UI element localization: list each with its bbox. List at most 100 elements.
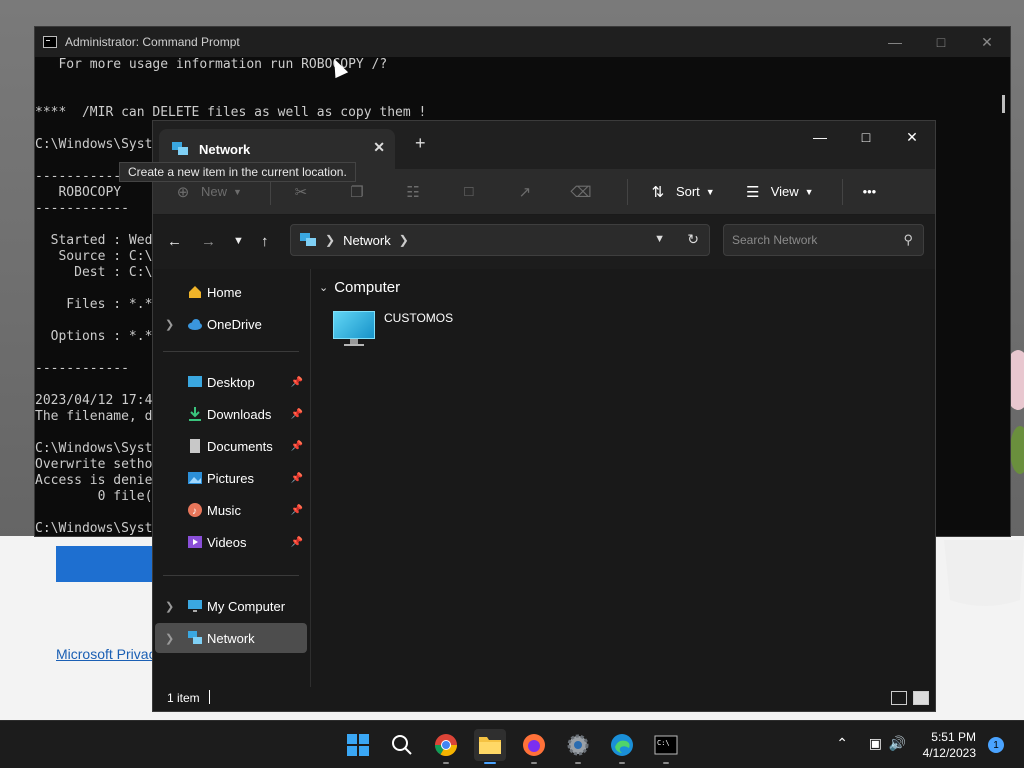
terminal-taskbar-button[interactable]: C:\ — [650, 729, 682, 764]
list-item[interactable]: CUSTOMOS — [333, 309, 483, 351]
cut-button[interactable]: ✂ — [291, 182, 319, 202]
more-options-button[interactable]: ••• — [863, 184, 877, 199]
content-pane[interactable]: ⌄ Computer CUSTOMOS — [313, 269, 935, 687]
rename-button[interactable]: □ — [459, 182, 487, 202]
sidebar-item-onedrive[interactable]: ❯ OneDrive — [155, 309, 307, 339]
address-bar[interactable]: ❯ Network ❯ ▼ ↻ — [290, 224, 710, 256]
search-icon — [392, 735, 412, 755]
sidebar-item-videos[interactable]: Videos 📌 — [155, 527, 307, 557]
network-status-icon[interactable]: ▣ — [869, 735, 882, 752]
sidebar-item-downloads[interactable]: Downloads 📌 — [155, 399, 307, 429]
tab-close-icon[interactable]: ✕ — [373, 139, 385, 156]
privacy-link[interactable]: Microsoft Privac — [56, 646, 156, 662]
video-icon — [188, 536, 202, 548]
network-icon — [188, 631, 202, 644]
file-explorer-taskbar-button[interactable] — [474, 729, 506, 764]
chevron-down-icon: ▼ — [804, 186, 814, 197]
clock[interactable]: 5:51 PM 4/12/2023 — [923, 729, 976, 761]
chrome-taskbar-button[interactable] — [430, 729, 462, 764]
search-input[interactable]: Search Network ⚲ — [723, 224, 924, 256]
tab-network[interactable]: Network ✕ Create a new item in the curre… — [119, 129, 395, 182]
large-icons-view-icon[interactable] — [913, 691, 929, 705]
sidebar-item-music[interactable]: ♪ Music 📌 — [155, 495, 307, 525]
up-arrow-icon[interactable]: ↑ — [261, 233, 269, 250]
cmd-titlebar[interactable]: Administrator: Command Prompt — □ ✕ — [35, 27, 1010, 57]
firefox-taskbar-button[interactable] — [518, 729, 550, 764]
paste-button[interactable]: ☷ — [403, 182, 431, 202]
pin-icon[interactable]: 📌 — [291, 473, 303, 484]
delete-button[interactable]: ⌫ — [570, 182, 599, 202]
explorer-titlebar[interactable]: Network ✕ Create a new item in the curre… — [119, 121, 935, 182]
clock-date: 4/12/2023 — [922, 746, 976, 760]
sidebar-item-home[interactable]: Home — [155, 277, 307, 307]
cmd-line — [35, 73, 1010, 89]
edge-taskbar-button[interactable] — [606, 729, 638, 764]
chevron-right-icon[interactable]: ❯ — [165, 318, 174, 331]
back-arrow-icon[interactable]: ← — [167, 233, 182, 250]
new-tab-icon[interactable]: + — [415, 133, 426, 154]
sidebar-item-documents[interactable]: Documents 📌 — [155, 431, 307, 461]
pin-icon[interactable]: 📌 — [291, 441, 303, 452]
cloud-icon — [188, 319, 202, 330]
details-view-icon[interactable] — [891, 691, 907, 705]
edge-icon — [611, 734, 633, 756]
pin-icon[interactable]: 📌 — [291, 377, 303, 388]
background-blue-button — [56, 546, 156, 582]
settings-taskbar-button[interactable] — [562, 729, 594, 764]
cmd-line: **** /MIR can DELETE files as well as co… — [35, 105, 427, 120]
sidebar-item-label: Desktop — [207, 374, 255, 390]
volume-icon[interactable]: 🔊 — [889, 735, 906, 752]
sort-label: Sort — [675, 184, 700, 199]
address-dropdown-icon[interactable]: ▼ — [654, 233, 665, 245]
chevron-right-icon[interactable]: ❯ — [165, 632, 174, 645]
pin-icon[interactable]: 📌 — [291, 409, 303, 420]
search-icon[interactable]: ⚲ — [903, 232, 913, 248]
forward-arrow-icon[interactable]: → — [201, 233, 216, 250]
folder-icon — [479, 737, 501, 754]
sidebar-item-desktop[interactable]: Desktop 📌 — [155, 367, 307, 397]
chevron-right-icon[interactable]: ❯ — [165, 600, 174, 613]
sidebar-item-network[interactable]: ❯ Network — [155, 623, 307, 653]
search-button[interactable] — [386, 729, 418, 761]
minimize-icon[interactable]: — — [872, 27, 918, 57]
recent-locations-icon[interactable]: ▼ — [233, 235, 244, 247]
search-placeholder: Search Network — [732, 233, 818, 247]
main-area: Home ❯ OneDrive Desktop 📌 Downloads 📌 Do… — [153, 269, 935, 687]
view-label: View — [770, 184, 799, 199]
sidebar-item-label: OneDrive — [207, 316, 262, 332]
maximize-icon[interactable]: □ — [843, 121, 889, 153]
breadcrumb-network[interactable]: Network — [343, 233, 391, 248]
network-icon — [172, 142, 188, 155]
sidebar-item-pictures[interactable]: Pictures 📌 — [155, 463, 307, 493]
navigation-pane[interactable]: Home ❯ OneDrive Desktop 📌 Downloads 📌 Do… — [153, 269, 311, 687]
refresh-icon[interactable]: ↻ — [687, 231, 699, 248]
pin-icon[interactable]: 📌 — [291, 537, 303, 548]
maximize-icon[interactable]: □ — [918, 27, 964, 57]
pin-icon[interactable]: 📌 — [291, 505, 303, 516]
cmd-scrollbar[interactable] — [1002, 95, 1005, 113]
sidebar-item-my-computer[interactable]: ❯ My Computer — [155, 591, 307, 621]
sort-button[interactable]: ⇅ Sort ▼ — [648, 182, 715, 202]
computer-icon — [188, 600, 202, 612]
minimize-icon[interactable]: — — [797, 121, 843, 153]
share-button[interactable]: ↗ — [515, 182, 543, 202]
scissors-icon: ✂ — [294, 183, 308, 201]
close-icon[interactable]: ✕ — [964, 27, 1010, 57]
notification-badge[interactable]: 1 — [988, 737, 1004, 753]
chevron-up-icon[interactable]: ⌃ — [836, 735, 848, 752]
close-icon[interactable]: ✕ — [889, 121, 935, 153]
chevron-right-icon[interactable]: ❯ — [399, 233, 409, 247]
start-button[interactable] — [342, 729, 374, 761]
file-explorer-window[interactable]: Network ✕ Create a new item in the curre… — [119, 120, 936, 712]
item-name: CUSTOMOS — [384, 311, 454, 325]
network-icon — [300, 233, 316, 246]
chrome-icon — [435, 734, 457, 756]
sidebar-item-label: Pictures — [207, 470, 254, 486]
pane-divider[interactable] — [310, 269, 311, 687]
group-header-computer[interactable]: ⌄ Computer — [319, 279, 400, 296]
chevron-right-icon: ❯ — [325, 233, 336, 247]
copy-button[interactable]: ❐ — [347, 182, 375, 202]
new-button[interactable]: ⊕ New ▼ — [173, 182, 242, 202]
view-button[interactable]: ☰ View ▼ — [743, 182, 814, 202]
separator — [841, 178, 843, 205]
